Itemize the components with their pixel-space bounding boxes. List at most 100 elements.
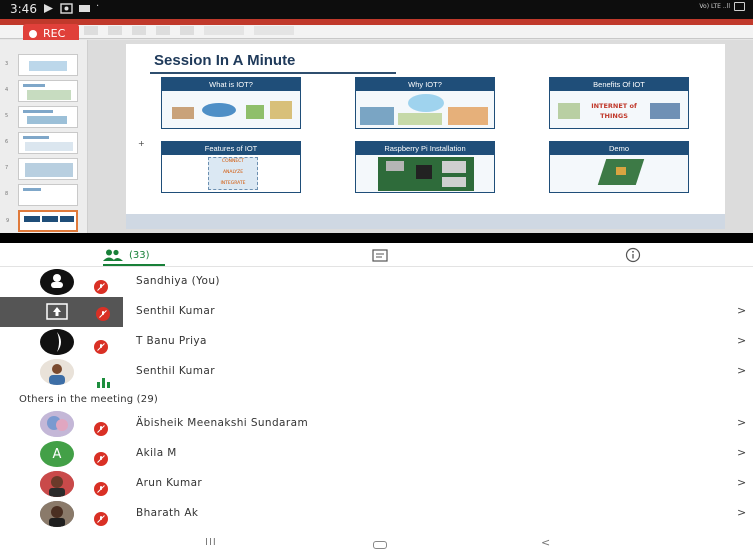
status-bar: 3:46 · Vo) LTE ..ll — [0, 0, 753, 19]
presenting-icon — [46, 303, 68, 320]
divider — [0, 233, 753, 243]
avatar — [40, 471, 74, 497]
participant-row[interactable]: Bharath Ak > — [0, 499, 753, 529]
message-icon — [79, 5, 90, 12]
avatar — [40, 269, 74, 295]
card-illustration: CONNECT ANALYZE INTEGRATE — [162, 155, 300, 192]
slide-thumbnail-selected[interactable]: 9 — [6, 210, 78, 232]
slide-footer — [126, 214, 725, 229]
card-title: What is IOT? — [162, 78, 300, 91]
mic-muted-icon — [94, 512, 108, 526]
mic-muted-icon — [94, 482, 108, 496]
participant-row[interactable]: Senthil Kumar > — [0, 357, 753, 388]
speaking-indicator-icon — [97, 373, 111, 388]
meeting-screen: 3:46 · Vo) LTE ..ll REC 3 4 5 6 7 8 9 Se… — [0, 0, 753, 550]
slide-title: Session In A Minute — [154, 52, 296, 69]
others-section-header: Others in the meeting (29) — [19, 394, 159, 405]
mic-muted-icon — [94, 452, 108, 466]
slide-thumbnails: 3 4 5 6 7 8 9 — [0, 40, 88, 233]
meeting-tabs: (33) — [0, 243, 753, 267]
slide-thumbnail[interactable]: 3 — [5, 54, 78, 76]
ppt-ribbon — [0, 19, 753, 39]
participant-name: Akila M — [136, 447, 177, 459]
card-benefits-of-iot: Benefits Of IOT INTERNET of THINGS — [549, 77, 689, 129]
card-illustration — [356, 91, 494, 128]
participant-name: Äbisheik Meenakshi Sundaram — [136, 417, 309, 429]
status-icons: Vo) LTE ..ll — [699, 2, 745, 11]
participant-name: Bharath Ak — [136, 507, 199, 519]
tab-info[interactable] — [625, 243, 641, 267]
avatar — [40, 411, 74, 437]
avatar — [40, 359, 74, 385]
home-button[interactable] — [373, 541, 387, 549]
card-illustration — [550, 155, 688, 192]
chevron-right-icon[interactable]: > — [737, 304, 746, 317]
card-demo: Demo — [549, 141, 689, 193]
slide: Session In A Minute + What is IOT? Why I… — [126, 44, 725, 229]
iot-logo-text: INTERNET of THINGS — [591, 102, 637, 120]
card-title: Why IOT? — [356, 78, 494, 91]
system-nav-bar: III < — [0, 536, 753, 550]
play-icon — [44, 4, 53, 13]
card-title: Features of IOT — [162, 142, 300, 155]
active-tab-indicator — [103, 264, 165, 266]
slide-thumbnail[interactable]: 6 — [5, 132, 78, 154]
slide-thumbnail[interactable]: 5 — [5, 106, 78, 128]
cursor-dot: + — [138, 139, 145, 148]
participant-name: Sandhiya (You) — [136, 275, 220, 287]
feature-tag: INTEGRATE — [220, 181, 246, 186]
participant-name: T Banu Priya — [136, 335, 207, 347]
info-icon — [625, 247, 641, 263]
mic-muted-icon — [94, 422, 108, 436]
battery-icon — [734, 2, 745, 11]
card-raspberry-pi-installation: Raspberry Pi Installation — [355, 141, 495, 193]
participant-row[interactable]: Sandhiya (You) — [0, 267, 753, 297]
chevron-right-icon[interactable]: > — [737, 476, 746, 489]
feature-tag: ANALYZE — [222, 170, 244, 175]
card-illustration: INTERNET of THINGS — [550, 91, 688, 128]
people-count: (33) — [129, 249, 150, 261]
card-illustration — [162, 91, 300, 128]
tab-chat[interactable] — [372, 243, 388, 267]
card-features-of-iot: Features of IOT CONNECT ANALYZE INTEGRAT… — [161, 141, 301, 193]
shared-screen[interactable]: REC 3 4 5 6 7 8 9 Session In A Minute + … — [0, 19, 753, 243]
status-time: 3:46 — [10, 2, 37, 16]
mic-muted-icon — [94, 340, 108, 354]
ppt-ribbon-tabs — [0, 19, 753, 25]
participant-list: Sandhiya (You) Senthil Kumar > T Banu Pr… — [0, 267, 753, 537]
network-label: Vo) LTE ..ll — [699, 3, 730, 10]
slide-thumbnail[interactable]: 7 — [5, 158, 78, 180]
chevron-right-icon[interactable]: > — [737, 364, 746, 377]
chevron-right-icon[interactable]: > — [737, 446, 746, 459]
participant-row[interactable]: Senthil Kumar > — [0, 297, 753, 327]
slide-thumbnail[interactable]: 4 — [5, 80, 78, 102]
mic-muted-icon — [94, 280, 108, 294]
participant-row[interactable]: Arun Kumar > — [0, 469, 753, 499]
chevron-right-icon[interactable]: > — [737, 334, 746, 347]
participant-name: Senthil Kumar — [136, 305, 215, 317]
card-what-is-iot: What is IOT? — [161, 77, 301, 129]
ppt-ribbon-tools — [60, 26, 294, 35]
participant-row[interactable]: Äbisheik Meenakshi Sundaram > — [0, 409, 753, 439]
card-title: Raspberry Pi Installation — [356, 142, 494, 155]
people-icon — [103, 249, 123, 261]
chevron-right-icon[interactable]: > — [737, 506, 746, 519]
participant-name: Senthil Kumar — [136, 365, 215, 377]
mic-muted-icon — [96, 307, 110, 321]
participant-row[interactable]: T Banu Priya > — [0, 327, 753, 357]
card-why-iot: Why IOT? — [355, 77, 495, 129]
avatar: A — [40, 441, 74, 467]
chevron-right-icon[interactable]: > — [737, 416, 746, 429]
slide-thumbnail[interactable]: 8 — [5, 184, 78, 206]
slide-title-underline — [150, 72, 396, 74]
recents-button[interactable]: III — [205, 537, 217, 548]
screen-cast-icon — [60, 3, 73, 14]
participant-row[interactable]: A Akila M > — [0, 439, 753, 469]
notification-dot: · — [96, 1, 100, 12]
card-illustration — [356, 155, 494, 192]
avatar-initial: A — [52, 446, 62, 462]
back-button[interactable]: < — [541, 536, 550, 549]
avatar — [40, 501, 74, 527]
card-title: Demo — [550, 142, 688, 155]
chat-icon — [372, 248, 388, 262]
